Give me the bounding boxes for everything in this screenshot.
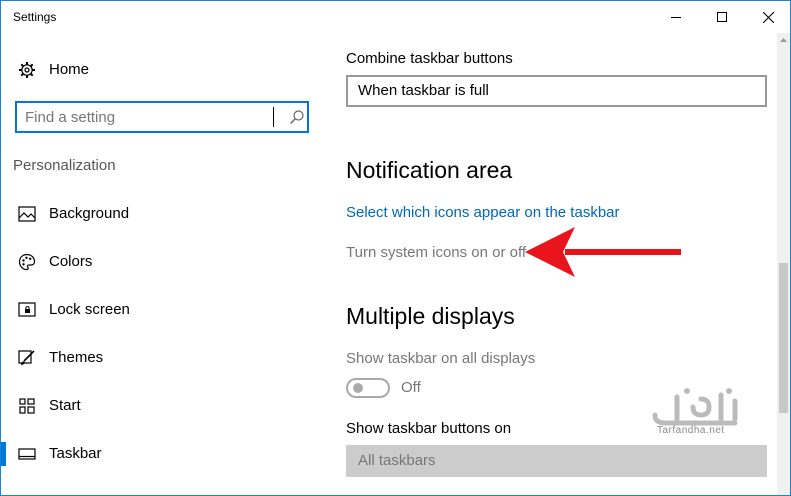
multiple-displays-heading: Multiple displays — [346, 303, 515, 329]
brush-icon — [17, 348, 37, 368]
system-icons-link[interactable]: Turn system icons on or off — [346, 244, 526, 261]
toggle-state-label: Off — [401, 379, 421, 396]
sidebar: Home Personalization Background — [1, 33, 325, 495]
taskbar-icon — [17, 444, 37, 464]
show-buttons-on-label: Show taskbar buttons on — [346, 420, 512, 437]
annotation-arrow-icon — [525, 227, 681, 277]
nav-home-label: Home — [49, 61, 90, 78]
combine-buttons-label: Combine taskbar buttons — [346, 50, 513, 67]
search-box[interactable] — [15, 101, 309, 133]
show-all-displays-label: Show taskbar on all displays — [346, 350, 536, 367]
sidebar-item-start[interactable]: Start — [1, 388, 325, 424]
settings-window: Settings Home Find a setting Personaliza… — [0, 0, 791, 496]
show-all-displays-toggle[interactable] — [346, 378, 390, 398]
title-bar[interactable]: Settings — [1, 1, 790, 33]
sidebar-item-lock-screen[interactable]: Lock screen — [1, 292, 325, 328]
search-input[interactable] — [25, 107, 269, 127]
text-caret — [273, 107, 274, 127]
notification-area-heading: Notification area — [346, 157, 513, 183]
sidebar-item-taskbar[interactable]: Taskbar — [1, 436, 325, 472]
maximize-icon — [717, 12, 727, 22]
sidebar-item-label: Background — [49, 205, 130, 222]
picture-icon — [17, 204, 37, 224]
close-button[interactable] — [745, 1, 791, 33]
select-icons-link[interactable]: Select which icons appear on the taskbar — [346, 204, 620, 221]
vertical-scrollbar[interactable] — [777, 33, 790, 495]
scrollbar-thumb[interactable] — [779, 263, 788, 413]
combine-buttons-value: When taskbar is full — [358, 82, 489, 99]
sidebar-item-label: Themes — [49, 349, 104, 366]
sidebar-item-label: Taskbar — [49, 445, 102, 462]
show-buttons-on-value: All taskbars — [358, 452, 436, 469]
active-indicator — [1, 442, 6, 466]
scroll-up-arrow-icon[interactable] — [777, 33, 790, 47]
sidebar-item-themes[interactable]: Themes — [1, 340, 325, 376]
section-label-personalization: Personalization — [13, 157, 116, 174]
minimize-icon — [671, 17, 681, 18]
toggle-knob — [353, 383, 363, 393]
combine-buttons-dropdown[interactable]: When taskbar is full — [346, 75, 767, 107]
gear-icon — [17, 60, 37, 80]
sidebar-item-label: Lock screen — [49, 301, 130, 318]
palette-icon — [17, 252, 37, 272]
close-icon — [762, 11, 774, 23]
sidebar-item-label: Start — [49, 397, 81, 414]
sidebar-item-background[interactable]: Background — [1, 196, 325, 232]
show-buttons-on-dropdown[interactable]: All taskbars — [346, 445, 767, 477]
search-icon[interactable] — [289, 109, 305, 125]
lock-screen-icon — [17, 300, 37, 320]
watermark-text: Tarfandha.net — [657, 425, 725, 436]
start-grid-icon — [17, 396, 37, 416]
window-title: Settings — [13, 10, 57, 24]
nav-home[interactable]: Home — [1, 55, 325, 85]
maximize-button[interactable] — [699, 1, 745, 33]
sidebar-item-label: Colors — [49, 253, 93, 270]
minimize-button[interactable] — [653, 1, 699, 33]
sidebar-item-colors[interactable]: Colors — [1, 244, 325, 280]
